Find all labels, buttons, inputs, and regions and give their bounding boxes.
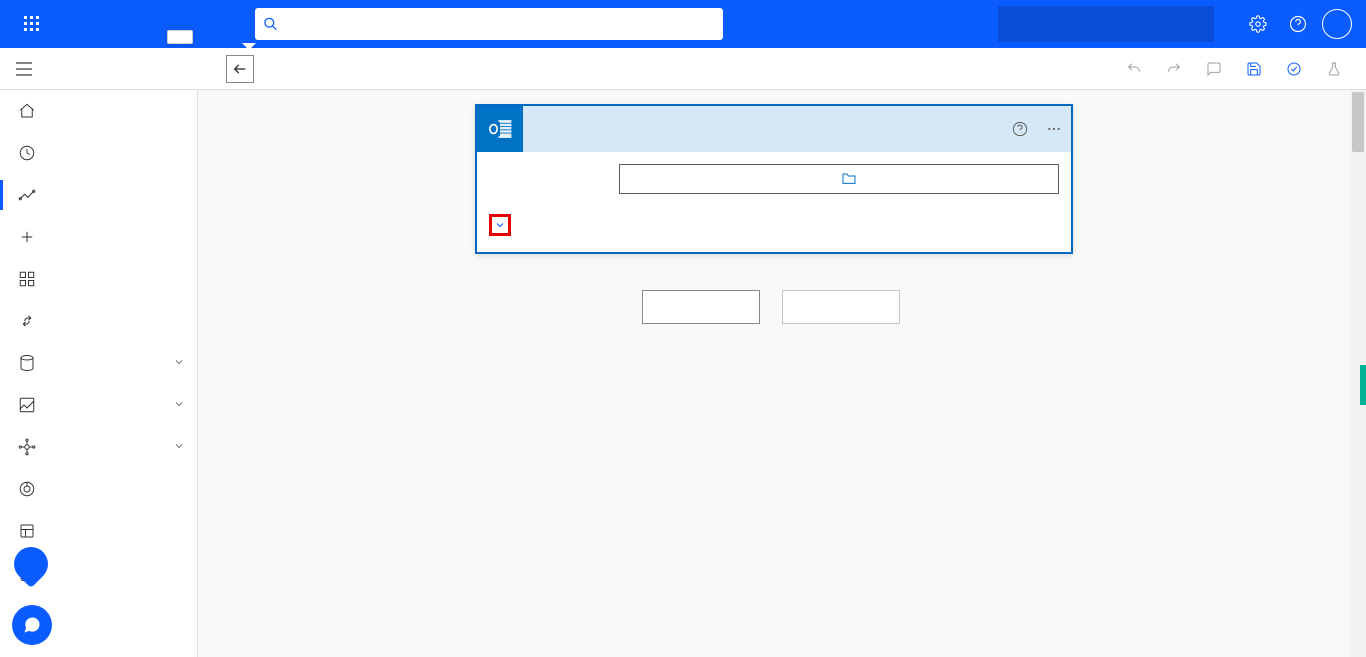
card-help-icon[interactable] xyxy=(1003,121,1037,137)
chatbot-button[interactable] xyxy=(12,605,52,645)
flow-checker-icon xyxy=(1286,61,1302,77)
search-box[interactable] xyxy=(255,8,723,40)
flow-checker-button[interactable] xyxy=(1286,61,1308,77)
nav-item-templates[interactable] xyxy=(0,258,197,300)
chevron-down-icon xyxy=(173,355,185,371)
plus-icon xyxy=(18,228,36,246)
search-input[interactable] xyxy=(288,16,715,32)
save-button[interactable] xyxy=(1246,61,1268,77)
arrow-left-icon xyxy=(232,61,248,77)
nav-item-monitor[interactable] xyxy=(0,384,197,426)
app-launcher-icon[interactable] xyxy=(8,0,56,48)
redo-icon xyxy=(1166,61,1182,77)
nav-item-home[interactable] xyxy=(0,90,197,132)
chevron-down-icon xyxy=(173,439,185,455)
left-nav xyxy=(0,90,198,657)
nav-item-process-advisor[interactable] xyxy=(0,468,197,510)
flow-canvas xyxy=(198,90,1366,657)
scrollbar-thumb[interactable] xyxy=(1352,92,1364,152)
help-icon[interactable] xyxy=(1278,0,1318,48)
nav-item-ai-builder[interactable] xyxy=(0,426,197,468)
data-icon xyxy=(18,354,36,372)
new-step-button[interactable] xyxy=(642,290,760,324)
folder-picker-icon[interactable] xyxy=(841,171,1052,188)
settings-icon[interactable] xyxy=(1238,0,1278,48)
ai-builder-icon xyxy=(18,438,36,456)
redo-button[interactable] xyxy=(1166,61,1188,77)
test-button[interactable] xyxy=(1326,61,1348,77)
folder-input[interactable] xyxy=(619,164,1059,194)
process-advisor-icon xyxy=(18,480,36,498)
environment-picker[interactable] xyxy=(998,6,1214,42)
advanced-options-toggle[interactable] xyxy=(489,214,511,236)
solutions-icon xyxy=(18,522,36,540)
trigger-card-header[interactable] xyxy=(477,106,1071,152)
home-icon xyxy=(18,102,36,120)
nav-item-create[interactable] xyxy=(0,216,197,258)
feedback-tab[interactable] xyxy=(1360,365,1366,405)
editor-toolbar xyxy=(0,48,1366,90)
app-header xyxy=(0,0,1366,48)
nav-item-my-flows[interactable] xyxy=(0,174,197,216)
nav-item-approvals[interactable] xyxy=(0,132,197,174)
chevron-down-icon xyxy=(494,219,506,231)
save-icon xyxy=(1246,61,1262,77)
back-button[interactable] xyxy=(226,55,254,83)
nav-item-data[interactable] xyxy=(0,342,197,384)
nav-toggle-icon[interactable] xyxy=(0,62,48,76)
my-flows-icon xyxy=(18,186,36,204)
chevron-down-icon xyxy=(173,397,185,413)
nav-item-connectors[interactable] xyxy=(0,300,197,342)
trigger-card[interactable] xyxy=(475,104,1073,254)
flask-icon xyxy=(1326,61,1342,77)
comment-icon xyxy=(1206,61,1222,77)
chatbot-icon xyxy=(22,615,42,635)
folder-param-row xyxy=(489,164,1059,194)
outlook-icon xyxy=(477,106,523,152)
connectors-icon xyxy=(18,312,36,330)
comments-button[interactable] xyxy=(1206,61,1228,77)
card-more-icon[interactable] xyxy=(1037,121,1071,137)
back-tooltip xyxy=(167,30,193,44)
monitor-icon xyxy=(18,396,36,414)
undo-button[interactable] xyxy=(1126,61,1148,77)
save-step-button[interactable] xyxy=(782,290,900,324)
search-icon xyxy=(263,16,278,32)
templates-icon xyxy=(18,270,36,288)
approvals-icon xyxy=(18,144,36,162)
user-avatar[interactable] xyxy=(1322,9,1352,39)
undo-icon xyxy=(1126,61,1142,77)
